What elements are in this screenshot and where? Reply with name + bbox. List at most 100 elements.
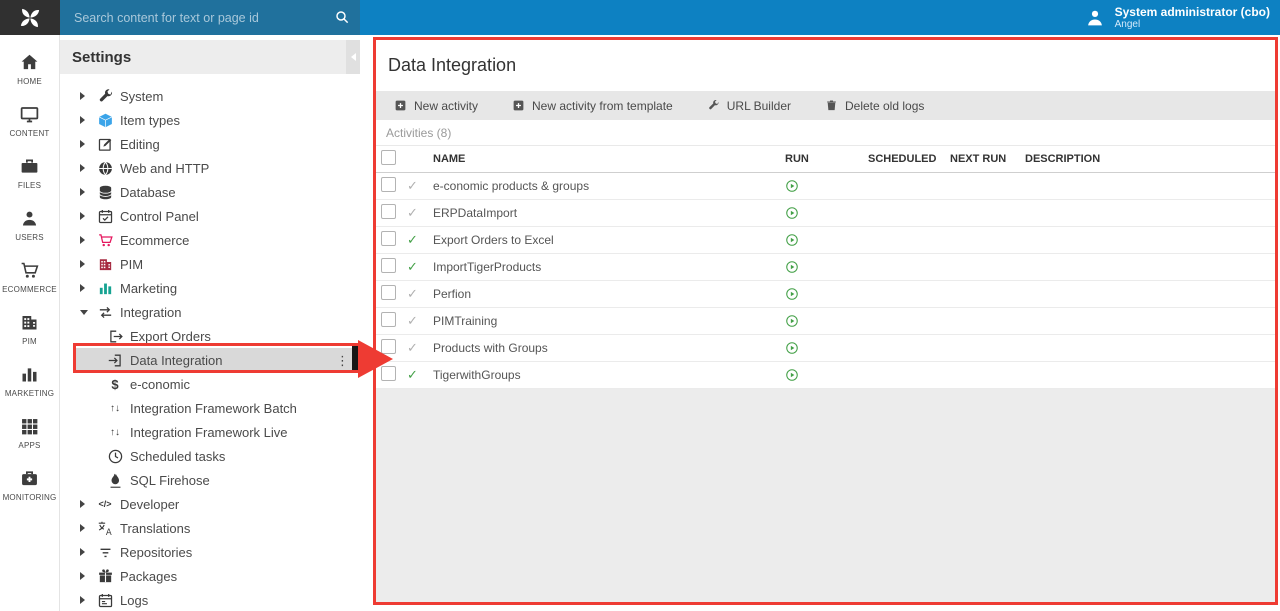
caret-down-icon[interactable] <box>80 310 88 315</box>
rail-item-marketing[interactable]: MARKETING <box>0 355 59 407</box>
activity-name[interactable]: e-conomic products & groups <box>433 179 785 193</box>
svg-text:A: A <box>105 528 111 537</box>
row-checkbox[interactable] <box>381 231 396 246</box>
caret-right-icon[interactable] <box>80 212 85 220</box>
rail-item-label: MONITORING <box>3 493 57 502</box>
activity-name[interactable]: Export Orders to Excel <box>433 233 785 247</box>
tree-item-e-conomic[interactable]: $ e-conomic <box>74 372 357 396</box>
row-checkbox[interactable] <box>381 177 396 192</box>
delete-old-logs-button[interactable]: Delete old logs <box>825 99 924 113</box>
select-all-checkbox[interactable] <box>381 150 396 165</box>
column-header-run[interactable]: RUN <box>785 153 868 165</box>
tree-item-item-types[interactable]: Item types <box>74 108 357 132</box>
caret-right-icon[interactable] <box>80 116 85 124</box>
run-button[interactable] <box>785 314 868 328</box>
rail-item-ecommerce[interactable]: ECOMMERCE <box>0 251 59 303</box>
caret-right-icon[interactable] <box>80 140 85 148</box>
run-button[interactable] <box>785 287 868 301</box>
activity-name[interactable]: PIMTraining <box>433 314 785 328</box>
row-checkbox[interactable] <box>381 312 396 327</box>
toolbar-button-label: Delete old logs <box>845 99 924 113</box>
column-header-next-run[interactable]: NEXT RUN <box>950 153 1025 165</box>
tree-item-integration-framework-live[interactable]: ↑↓ Integration Framework Live <box>74 420 357 444</box>
search-icon[interactable] <box>334 9 350 25</box>
rail-item-home[interactable]: HOME <box>0 43 59 95</box>
row-checkbox[interactable] <box>381 366 396 381</box>
kebab-menu-icon[interactable]: ⋮ <box>336 354 357 367</box>
person-icon <box>19 208 40 229</box>
updown-icon: ↑↓ <box>106 423 124 441</box>
row-checkbox[interactable] <box>381 285 396 300</box>
caret-right-icon[interactable] <box>80 164 85 172</box>
caret-right-icon[interactable] <box>80 548 85 556</box>
tree-item-export-orders[interactable]: Export Orders <box>74 324 357 348</box>
run-button[interactable] <box>785 260 868 274</box>
column-header-name[interactable]: NAME <box>433 153 785 165</box>
tree-item-marketing[interactable]: Marketing <box>74 276 357 300</box>
new-activity-from-template-button[interactable]: New activity from template <box>512 99 673 113</box>
caret-right-icon[interactable] <box>80 236 85 244</box>
collapse-panel-button[interactable] <box>346 40 360 74</box>
caret-right-icon[interactable] <box>80 188 85 196</box>
activity-name[interactable]: Perfion <box>433 287 785 301</box>
settings-tree: System Item types Editing Web and HTTP D… <box>60 84 360 611</box>
run-button[interactable] <box>785 233 868 247</box>
row-checkbox[interactable] <box>381 204 396 219</box>
tree-item-system[interactable]: System <box>74 84 357 108</box>
run-button[interactable] <box>785 368 868 382</box>
toolbar-button-label: URL Builder <box>727 99 791 113</box>
row-checkbox[interactable] <box>381 258 396 273</box>
global-search <box>60 0 360 35</box>
caret-right-icon[interactable] <box>80 596 85 604</box>
tree-item-scheduled-tasks[interactable]: Scheduled tasks <box>74 444 357 468</box>
tree-item-translations[interactable]: A Translations <box>74 516 357 540</box>
tree-item-sql-firehose[interactable]: SQL Firehose <box>74 468 357 492</box>
table-row: ✓ TigerwithGroups <box>376 362 1276 389</box>
search-input[interactable] <box>74 11 329 25</box>
rail-item-monitoring[interactable]: MONITORING <box>0 459 59 511</box>
database-icon <box>96 183 114 201</box>
tree-item-integration-framework-batch[interactable]: ↑↓ Integration Framework Batch <box>74 396 357 420</box>
rail-item-files[interactable]: FILES <box>0 147 59 199</box>
caret-right-icon[interactable] <box>80 92 85 100</box>
app-logo[interactable] <box>0 0 60 35</box>
user-menu[interactable]: System administrator (cbo) Angel <box>1084 6 1280 30</box>
tree-item-pim[interactable]: PIM <box>74 252 357 276</box>
tree-item-repositories[interactable]: Repositories <box>74 540 357 564</box>
tree-item-developer[interactable]: </> Developer <box>74 492 357 516</box>
cart-icon <box>96 231 114 249</box>
row-checkbox[interactable] <box>381 339 396 354</box>
activity-name[interactable]: TigerwithGroups <box>433 368 785 382</box>
tree-item-label: Integration Framework Batch <box>130 401 297 416</box>
activity-name[interactable]: ImportTigerProducts <box>433 260 785 274</box>
tree-item-ecommerce[interactable]: Ecommerce <box>74 228 357 252</box>
activity-name[interactable]: ERPDataImport <box>433 206 785 220</box>
caret-right-icon[interactable] <box>80 572 85 580</box>
url-builder-button[interactable]: URL Builder <box>707 99 791 113</box>
caret-right-icon[interactable] <box>80 500 85 508</box>
rail-item-apps[interactable]: APPS <box>0 407 59 459</box>
tree-item-control-panel[interactable]: Control Panel <box>74 204 357 228</box>
caret-right-icon[interactable] <box>80 284 85 292</box>
activity-name[interactable]: Products with Groups <box>433 341 785 355</box>
tree-item-integration[interactable]: Integration <box>74 300 357 324</box>
tree-item-database[interactable]: Database <box>74 180 357 204</box>
rail-item-pim[interactable]: PIM <box>0 303 59 355</box>
tree-item-data-integration[interactable]: Data Integration ⋮ <box>74 348 357 372</box>
tree-item-editing[interactable]: Editing <box>74 132 357 156</box>
rail-item-users[interactable]: USERS <box>0 199 59 251</box>
run-button[interactable] <box>785 206 868 220</box>
new-activity-button[interactable]: New activity <box>394 99 478 113</box>
run-button[interactable] <box>785 179 868 193</box>
tree-item-web-and-http[interactable]: Web and HTTP <box>74 156 357 180</box>
tree-item-packages[interactable]: Packages <box>74 564 357 588</box>
caret-right-icon[interactable] <box>80 524 85 532</box>
caret-right-icon[interactable] <box>80 260 85 268</box>
content-area: Data Integration New activity New activi… <box>360 35 1280 611</box>
tree-item-logs[interactable]: Logs <box>74 588 357 611</box>
column-header-scheduled[interactable]: SCHEDULED <box>868 153 950 165</box>
run-button[interactable] <box>785 341 868 355</box>
user-icon <box>1084 7 1106 29</box>
column-header-description[interactable]: DESCRIPTION <box>1025 153 1276 165</box>
rail-item-content[interactable]: CONTENT <box>0 95 59 147</box>
